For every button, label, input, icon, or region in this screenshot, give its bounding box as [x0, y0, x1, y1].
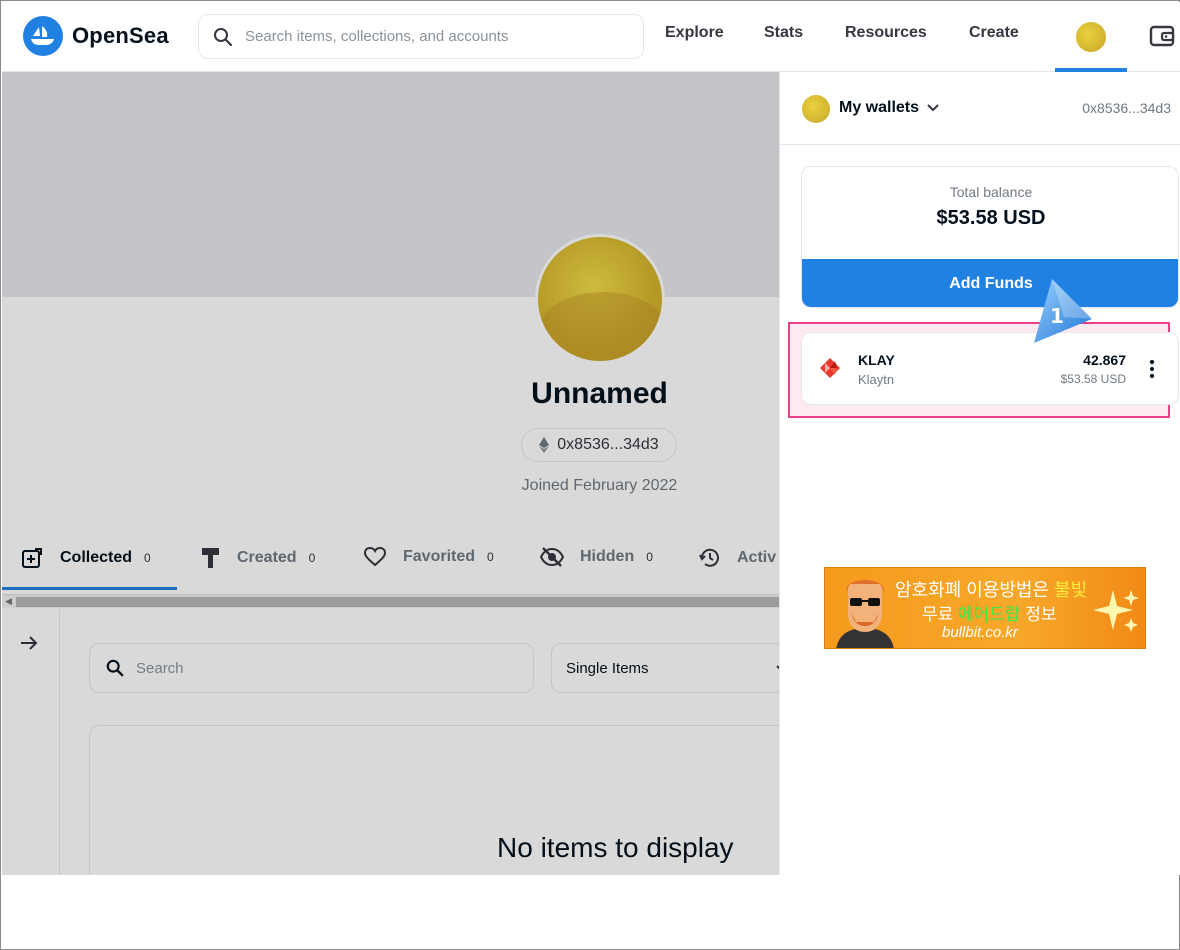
- balance-label: Total balance: [949, 184, 1033, 200]
- opensea-logo-icon: [23, 16, 63, 56]
- wallet-panel-header: My wallets 0x8536...34d3: [780, 72, 1180, 145]
- search-placeholder: Search items, collections, and accounts: [245, 28, 509, 45]
- global-search-input[interactable]: Search items, collections, and accounts: [198, 14, 644, 59]
- balance-value: $53.58 USD: [936, 207, 1046, 229]
- top-nav: OpenSea Search items, collections, and a…: [2, 2, 1180, 72]
- chevron-down-icon: [927, 104, 939, 112]
- token-name: Klaytn: [858, 372, 895, 387]
- token-symbol: KLAY: [858, 352, 895, 368]
- opensea-logo[interactable]: OpenSea: [23, 16, 169, 56]
- ad-banner[interactable]: 암호화폐 이용방법은 불빛 무료 에어드랍 정보 bullbit.co.kr: [824, 567, 1146, 649]
- wallet-icon[interactable]: [1148, 22, 1176, 55]
- token-amount: 42.867: [1083, 352, 1126, 368]
- wallet-panel: My wallets 0x8536...34d3 Total balance $…: [779, 72, 1180, 875]
- logo-text: OpenSea: [72, 23, 169, 48]
- search-icon: [214, 27, 233, 46]
- modal-overlay[interactable]: [2, 72, 779, 875]
- browser-screen: OpenSea Search items, collections, and a…: [2, 2, 1180, 875]
- nav-explore[interactable]: Explore: [665, 24, 724, 42]
- wallet-address[interactable]: 0x8536...34d3: [1082, 100, 1171, 116]
- nav-stats[interactable]: Stats: [764, 24, 803, 42]
- nav-resources[interactable]: Resources: [845, 24, 927, 42]
- ad-url: bullbit.co.kr: [942, 624, 1018, 641]
- avatar: [802, 95, 830, 123]
- wallet-title: My wallets: [839, 99, 920, 116]
- profile-page: Unnamed 0x8536...34d3 Joined February 20…: [2, 72, 779, 875]
- ad-line-1: 암호화폐 이용방법은 불빛: [895, 580, 1088, 600]
- balance-card: Total balance $53.58 USD Add Funds: [801, 166, 1179, 308]
- window-frame: OpenSea Search items, collections, and a…: [0, 0, 1180, 950]
- nav-create[interactable]: Create: [969, 24, 1019, 42]
- man-with-sunglasses-icon: [836, 580, 894, 648]
- profile-menu-button[interactable]: [1055, 2, 1127, 72]
- callout-number: 1: [1050, 304, 1064, 328]
- sparkles-icon: [1093, 590, 1139, 632]
- avatar: [1076, 22, 1106, 52]
- token-usd-value: $53.58 USD: [1060, 372, 1126, 386]
- klaytn-icon: [820, 358, 840, 378]
- token-row[interactable]: KLAY Klaytn 42.867 $53.58 USD: [801, 332, 1179, 405]
- my-wallets-dropdown[interactable]: My wallets: [839, 99, 939, 117]
- add-funds-button[interactable]: Add Funds: [802, 259, 1178, 307]
- ad-line-2: 무료 에어드랍 정보: [922, 605, 1057, 624]
- more-options-icon[interactable]: [1150, 360, 1154, 378]
